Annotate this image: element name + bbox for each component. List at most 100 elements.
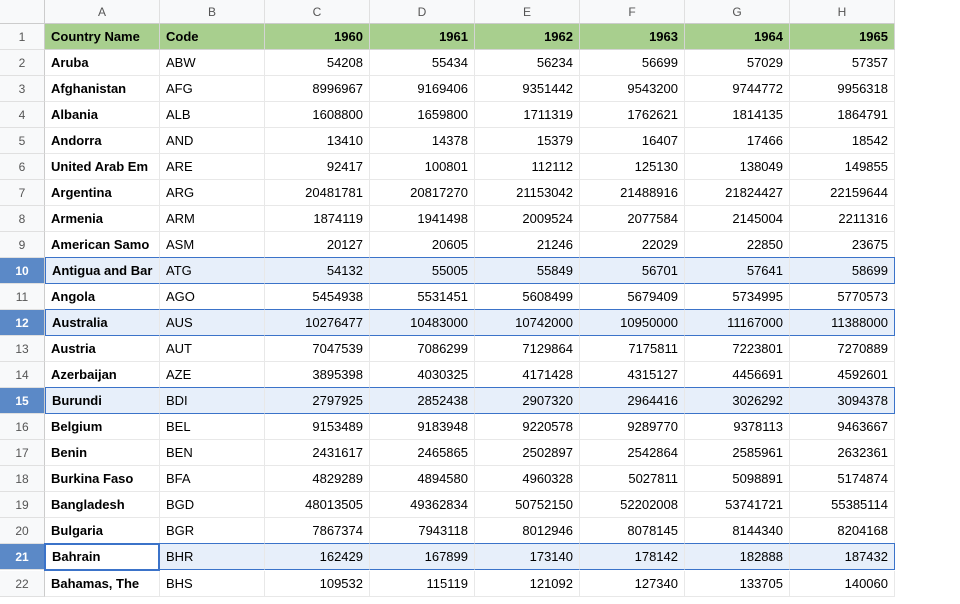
- cell-value[interactable]: 7129864: [475, 336, 580, 362]
- cell-value[interactable]: 11388000: [790, 309, 895, 336]
- cell-value[interactable]: 178142: [580, 543, 685, 570]
- row-header-17[interactable]: 17: [0, 440, 45, 466]
- cell-value[interactable]: 4030325: [370, 362, 475, 388]
- cell-value[interactable]: 3026292: [685, 387, 790, 414]
- cell-value[interactable]: 10483000: [370, 309, 475, 336]
- row-header-1[interactable]: 1: [0, 24, 45, 50]
- header-cell[interactable]: 1962: [475, 24, 580, 50]
- column-header-B[interactable]: B: [160, 0, 265, 24]
- row-header-9[interactable]: 9: [0, 232, 45, 258]
- cell-value[interactable]: 2009524: [475, 206, 580, 232]
- cell-value[interactable]: 5770573: [790, 284, 895, 310]
- cell-value[interactable]: 20481781: [265, 180, 370, 206]
- row-header-14[interactable]: 14: [0, 362, 45, 388]
- cell-value[interactable]: 1814135: [685, 102, 790, 128]
- cell-value[interactable]: 133705: [685, 571, 790, 597]
- cell-value[interactable]: 5531451: [370, 284, 475, 310]
- cell-country-code[interactable]: ABW: [160, 50, 265, 76]
- row-header-11[interactable]: 11: [0, 284, 45, 310]
- cell-value[interactable]: 1762621: [580, 102, 685, 128]
- cell-value[interactable]: 2431617: [265, 440, 370, 466]
- cell-value[interactable]: 7086299: [370, 336, 475, 362]
- cell-value[interactable]: 9956318: [790, 76, 895, 102]
- cell-value[interactable]: 49362834: [370, 492, 475, 518]
- cell-value[interactable]: 23675: [790, 232, 895, 258]
- cell-country-code[interactable]: BEN: [160, 440, 265, 466]
- cell-value[interactable]: 9153489: [265, 414, 370, 440]
- cell-value[interactable]: 9463667: [790, 414, 895, 440]
- cell-value[interactable]: 2797925: [265, 387, 370, 414]
- cell-value[interactable]: 8996967: [265, 76, 370, 102]
- cell-value[interactable]: 5027811: [580, 466, 685, 492]
- cell-country-name[interactable]: United Arab Em: [45, 154, 160, 180]
- cell-value[interactable]: 8012946: [475, 518, 580, 544]
- cell-value[interactable]: 1608800: [265, 102, 370, 128]
- cell-country-name[interactable]: Bulgaria: [45, 518, 160, 544]
- cell-country-name[interactable]: Argentina: [45, 180, 160, 206]
- row-header-2[interactable]: 2: [0, 50, 45, 76]
- cell-value[interactable]: 22029: [580, 232, 685, 258]
- cell-country-name[interactable]: Benin: [45, 440, 160, 466]
- cell-country-name[interactable]: Armenia: [45, 206, 160, 232]
- column-header-D[interactable]: D: [370, 0, 475, 24]
- cell-value[interactable]: 55385114: [790, 492, 895, 518]
- cell-country-code[interactable]: ARE: [160, 154, 265, 180]
- cell-country-code[interactable]: ATG: [160, 257, 265, 284]
- column-header-C[interactable]: C: [265, 0, 370, 24]
- cell-value[interactable]: 2852438: [370, 387, 475, 414]
- cell-value[interactable]: 4894580: [370, 466, 475, 492]
- cell-value[interactable]: 4829289: [265, 466, 370, 492]
- cell-country-name[interactable]: Aruba: [45, 50, 160, 76]
- cell-value[interactable]: 9543200: [580, 76, 685, 102]
- cell-value[interactable]: 1659800: [370, 102, 475, 128]
- cell-country-code[interactable]: AZE: [160, 362, 265, 388]
- cell-value[interactable]: 109532: [265, 571, 370, 597]
- cell-value[interactable]: 10276477: [265, 309, 370, 336]
- cell-value[interactable]: 56234: [475, 50, 580, 76]
- cell-country-code[interactable]: BHR: [160, 543, 265, 570]
- cell-country-name[interactable]: American Samo: [45, 232, 160, 258]
- cell-value[interactable]: 54132: [265, 257, 370, 284]
- cell-value[interactable]: 17466: [685, 128, 790, 154]
- cell-value[interactable]: 20605: [370, 232, 475, 258]
- cell-country-code[interactable]: AUS: [160, 309, 265, 336]
- cell-country-code[interactable]: AND: [160, 128, 265, 154]
- cell-country-name[interactable]: Burundi: [45, 387, 160, 414]
- row-header-21[interactable]: 21: [0, 544, 45, 570]
- cell-value[interactable]: 13410: [265, 128, 370, 154]
- cell-value[interactable]: 2907320: [475, 387, 580, 414]
- cell-value[interactable]: 2585961: [685, 440, 790, 466]
- header-cell[interactable]: Code: [160, 24, 265, 50]
- cell-value[interactable]: 18542: [790, 128, 895, 154]
- cell-country-name[interactable]: Albania: [45, 102, 160, 128]
- cell-value[interactable]: 187432: [790, 543, 895, 570]
- cell-value[interactable]: 149855: [790, 154, 895, 180]
- cell-value[interactable]: 140060: [790, 571, 895, 597]
- cell-value[interactable]: 2502897: [475, 440, 580, 466]
- row-header-10[interactable]: 10: [0, 258, 45, 284]
- cell-value[interactable]: 4171428: [475, 362, 580, 388]
- cell-country-code[interactable]: ALB: [160, 102, 265, 128]
- cell-value[interactable]: 21488916: [580, 180, 685, 206]
- cell-value[interactable]: 56699: [580, 50, 685, 76]
- cell-value[interactable]: 138049: [685, 154, 790, 180]
- cell-value[interactable]: 3895398: [265, 362, 370, 388]
- cell-value[interactable]: 162429: [265, 543, 370, 570]
- row-header-8[interactable]: 8: [0, 206, 45, 232]
- header-cell[interactable]: 1963: [580, 24, 685, 50]
- cell-value[interactable]: 58699: [790, 257, 895, 284]
- cell-value[interactable]: 1941498: [370, 206, 475, 232]
- row-header-19[interactable]: 19: [0, 492, 45, 518]
- cell-value[interactable]: 7943118: [370, 518, 475, 544]
- cell-value[interactable]: 115119: [370, 571, 475, 597]
- cell-country-name[interactable]: Angola: [45, 284, 160, 310]
- cell-country-name[interactable]: Belgium: [45, 414, 160, 440]
- cell-value[interactable]: 21824427: [685, 180, 790, 206]
- column-header-G[interactable]: G: [685, 0, 790, 24]
- cell-value[interactable]: 14378: [370, 128, 475, 154]
- header-cell[interactable]: 1961: [370, 24, 475, 50]
- cell-value[interactable]: 54208: [265, 50, 370, 76]
- column-header-F[interactable]: F: [580, 0, 685, 24]
- header-cell[interactable]: 1960: [265, 24, 370, 50]
- cell-value[interactable]: 8204168: [790, 518, 895, 544]
